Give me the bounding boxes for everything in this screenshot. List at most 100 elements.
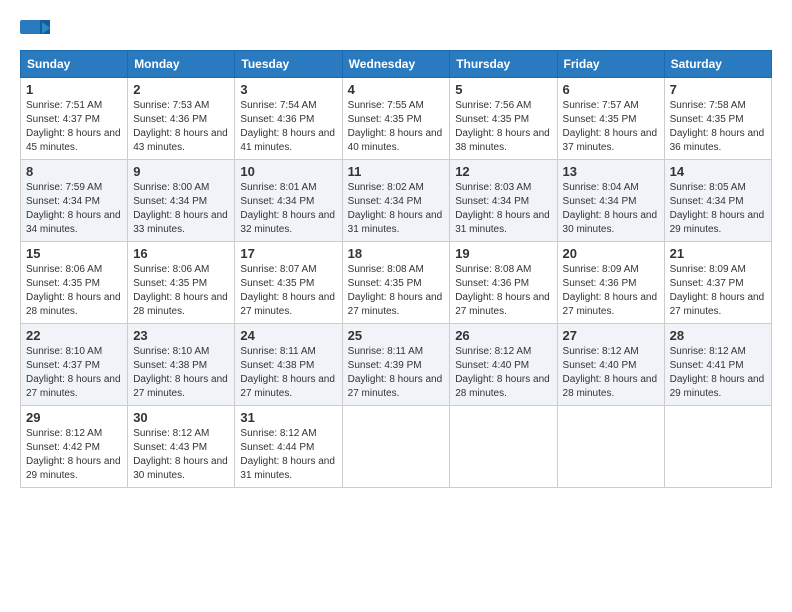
- calendar-cell: 3 Sunrise: 7:54 AMSunset: 4:36 PMDaylight…: [235, 78, 342, 160]
- day-number: 4: [348, 82, 445, 97]
- calendar-cell: 28 Sunrise: 8:12 AMSunset: 4:41 PMDayligh…: [664, 324, 771, 406]
- day-detail: Sunrise: 8:00 AMSunset: 4:34 PMDaylight:…: [133, 181, 229, 237]
- calendar-cell: [557, 406, 664, 488]
- day-detail: Sunrise: 8:06 AMSunset: 4:35 PMDaylight:…: [133, 263, 229, 319]
- day-detail: Sunrise: 8:06 AMSunset: 4:35 PMDaylight:…: [26, 263, 122, 319]
- day-detail: Sunrise: 8:01 AMSunset: 4:34 PMDaylight:…: [240, 181, 336, 237]
- day-number: 23: [133, 328, 229, 343]
- header-sunday: Sunday: [21, 51, 128, 78]
- day-number: 19: [455, 246, 551, 261]
- day-number: 7: [670, 82, 766, 97]
- day-number: 25: [348, 328, 445, 343]
- day-detail: Sunrise: 8:12 AMSunset: 4:42 PMDaylight:…: [26, 427, 122, 483]
- day-detail: Sunrise: 8:11 AMSunset: 4:38 PMDaylight:…: [240, 345, 336, 401]
- calendar-week-4: 22 Sunrise: 8:10 AMSunset: 4:37 PMDayligh…: [21, 324, 772, 406]
- day-number: 22: [26, 328, 122, 343]
- day-number: 2: [133, 82, 229, 97]
- calendar-cell: 15Sunrise: 8:06 AMSunset: 4:35 PMDayligh…: [21, 242, 128, 324]
- day-detail: Sunrise: 7:57 AMSunset: 4:35 PMDaylight:…: [563, 99, 659, 155]
- day-number: 11: [348, 164, 445, 179]
- calendar-week-3: 15Sunrise: 8:06 AMSunset: 4:35 PMDayligh…: [21, 242, 772, 324]
- day-number: 9: [133, 164, 229, 179]
- header-tuesday: Tuesday: [235, 51, 342, 78]
- day-detail: Sunrise: 7:59 AMSunset: 4:34 PMDaylight:…: [26, 181, 122, 237]
- day-detail: Sunrise: 8:08 AMSunset: 4:36 PMDaylight:…: [455, 263, 551, 319]
- day-detail: Sunrise: 8:12 AMSunset: 4:43 PMDaylight:…: [133, 427, 229, 483]
- calendar-cell: 14 Sunrise: 8:05 AMSunset: 4:34 PMDayligh…: [664, 160, 771, 242]
- day-detail: Sunrise: 7:53 AMSunset: 4:36 PMDaylight:…: [133, 99, 229, 155]
- calendar-cell: 17 Sunrise: 8:07 AMSunset: 4:35 PMDayligh…: [235, 242, 342, 324]
- day-number: 6: [563, 82, 659, 97]
- day-detail: Sunrise: 8:12 AMSunset: 4:41 PMDaylight:…: [670, 345, 766, 401]
- calendar-cell: 23 Sunrise: 8:10 AMSunset: 4:38 PMDayligh…: [128, 324, 235, 406]
- calendar-cell: 1 Sunrise: 7:51 AMSunset: 4:37 PMDaylight…: [21, 78, 128, 160]
- day-detail: Sunrise: 8:12 AMSunset: 4:40 PMDaylight:…: [563, 345, 659, 401]
- day-detail: Sunrise: 8:10 AMSunset: 4:37 PMDaylight:…: [26, 345, 122, 401]
- day-number: 20: [563, 246, 659, 261]
- day-number: 26: [455, 328, 551, 343]
- day-detail: Sunrise: 8:10 AMSunset: 4:38 PMDaylight:…: [133, 345, 229, 401]
- day-detail: Sunrise: 8:08 AMSunset: 4:35 PMDaylight:…: [348, 263, 445, 319]
- day-number: 21: [670, 246, 766, 261]
- calendar-week-2: 8Sunrise: 7:59 AMSunset: 4:34 PMDaylight…: [21, 160, 772, 242]
- day-detail: Sunrise: 8:03 AMSunset: 4:34 PMDaylight:…: [455, 181, 551, 237]
- day-number: 28: [670, 328, 766, 343]
- day-number: 14: [670, 164, 766, 179]
- day-number: 18: [348, 246, 445, 261]
- calendar-cell: 4Sunrise: 7:55 AMSunset: 4:35 PMDaylight…: [342, 78, 450, 160]
- calendar-week-5: 29 Sunrise: 8:12 AMSunset: 4:42 PMDayligh…: [21, 406, 772, 488]
- day-number: 1: [26, 82, 122, 97]
- calendar-header-row: SundayMondayTuesdayWednesdayThursdayFrid…: [21, 51, 772, 78]
- day-detail: Sunrise: 8:07 AMSunset: 4:35 PMDaylight:…: [240, 263, 336, 319]
- calendar-cell: [664, 406, 771, 488]
- calendar-cell: 5 Sunrise: 7:56 AMSunset: 4:35 PMDaylight…: [450, 78, 557, 160]
- calendar-cell: 16 Sunrise: 8:06 AMSunset: 4:35 PMDayligh…: [128, 242, 235, 324]
- calendar-cell: 30 Sunrise: 8:12 AMSunset: 4:43 PMDayligh…: [128, 406, 235, 488]
- day-number: 27: [563, 328, 659, 343]
- calendar-cell: 19 Sunrise: 8:08 AMSunset: 4:36 PMDayligh…: [450, 242, 557, 324]
- calendar-cell: 31Sunrise: 8:12 AMSunset: 4:44 PMDayligh…: [235, 406, 342, 488]
- day-number: 5: [455, 82, 551, 97]
- day-detail: Sunrise: 8:02 AMSunset: 4:34 PMDaylight:…: [348, 181, 445, 237]
- header-monday: Monday: [128, 51, 235, 78]
- calendar-week-1: 1 Sunrise: 7:51 AMSunset: 4:37 PMDaylight…: [21, 78, 772, 160]
- calendar-cell: [342, 406, 450, 488]
- day-detail: Sunrise: 8:09 AMSunset: 4:36 PMDaylight:…: [563, 263, 659, 319]
- header-wednesday: Wednesday: [342, 51, 450, 78]
- day-detail: Sunrise: 8:04 AMSunset: 4:34 PMDaylight:…: [563, 181, 659, 237]
- day-number: 12: [455, 164, 551, 179]
- day-detail: Sunrise: 7:54 AMSunset: 4:36 PMDaylight:…: [240, 99, 336, 155]
- day-number: 17: [240, 246, 336, 261]
- calendar-cell: 20 Sunrise: 8:09 AMSunset: 4:36 PMDayligh…: [557, 242, 664, 324]
- calendar-cell: 10Sunrise: 8:01 AMSunset: 4:34 PMDayligh…: [235, 160, 342, 242]
- day-number: 29: [26, 410, 122, 425]
- calendar-cell: 6 Sunrise: 7:57 AMSunset: 4:35 PMDaylight…: [557, 78, 664, 160]
- day-detail: Sunrise: 8:12 AMSunset: 4:40 PMDaylight:…: [455, 345, 551, 401]
- calendar-cell: 25 Sunrise: 8:11 AMSunset: 4:39 PMDayligh…: [342, 324, 450, 406]
- day-detail: Sunrise: 8:12 AMSunset: 4:44 PMDaylight:…: [240, 427, 336, 483]
- header-friday: Friday: [557, 51, 664, 78]
- day-detail: Sunrise: 7:56 AMSunset: 4:35 PMDaylight:…: [455, 99, 551, 155]
- calendar-cell: 9 Sunrise: 8:00 AMSunset: 4:34 PMDaylight…: [128, 160, 235, 242]
- calendar-cell: 27 Sunrise: 8:12 AMSunset: 4:40 PMDayligh…: [557, 324, 664, 406]
- logo: [20, 20, 52, 42]
- day-number: 30: [133, 410, 229, 425]
- day-number: 16: [133, 246, 229, 261]
- day-detail: Sunrise: 8:05 AMSunset: 4:34 PMDaylight:…: [670, 181, 766, 237]
- calendar-cell: 2 Sunrise: 7:53 AMSunset: 4:36 PMDaylight…: [128, 78, 235, 160]
- header-saturday: Saturday: [664, 51, 771, 78]
- day-detail: Sunrise: 8:09 AMSunset: 4:37 PMDaylight:…: [670, 263, 766, 319]
- day-detail: Sunrise: 7:58 AMSunset: 4:35 PMDaylight:…: [670, 99, 766, 155]
- day-detail: Sunrise: 8:11 AMSunset: 4:39 PMDaylight:…: [348, 345, 445, 401]
- calendar-body: 1 Sunrise: 7:51 AMSunset: 4:37 PMDaylight…: [21, 78, 772, 488]
- calendar-cell: 21 Sunrise: 8:09 AMSunset: 4:37 PMDayligh…: [664, 242, 771, 324]
- day-number: 13: [563, 164, 659, 179]
- day-number: 3: [240, 82, 336, 97]
- calendar-cell: 11 Sunrise: 8:02 AMSunset: 4:34 PMDayligh…: [342, 160, 450, 242]
- day-detail: Sunrise: 7:51 AMSunset: 4:37 PMDaylight:…: [26, 99, 122, 155]
- calendar-cell: 22 Sunrise: 8:10 AMSunset: 4:37 PMDayligh…: [21, 324, 128, 406]
- calendar-cell: 26 Sunrise: 8:12 AMSunset: 4:40 PMDayligh…: [450, 324, 557, 406]
- calendar-cell: 13 Sunrise: 8:04 AMSunset: 4:34 PMDayligh…: [557, 160, 664, 242]
- logo-icon: [20, 20, 50, 42]
- day-number: 24: [240, 328, 336, 343]
